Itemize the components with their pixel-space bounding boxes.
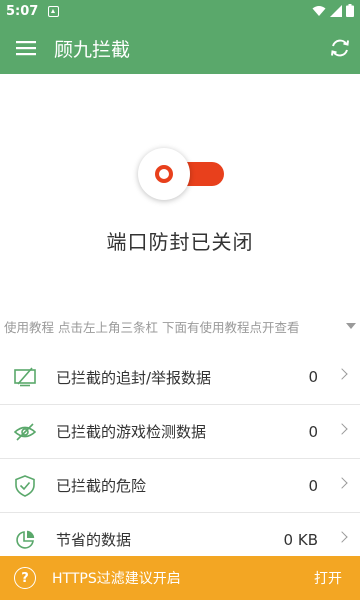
banner-text: HTTPS过滤建议开启 — [52, 571, 181, 587]
stat-label: 已拦截的游戏检测数据 — [56, 423, 207, 441]
refresh-icon[interactable] — [326, 34, 354, 62]
status-bar: 5:07 — [0, 0, 360, 22]
status-time: 5:07 — [6, 3, 39, 19]
https-filter-banner: ? HTTPS过滤建议开启 打开 — [0, 556, 360, 600]
stat-row-dangers[interactable]: 已拦截的危险 0 — [0, 458, 360, 512]
signal-icon — [330, 4, 342, 17]
chevron-right-icon — [336, 423, 348, 435]
stat-value: 0 KB — [283, 530, 318, 549]
notification-a-icon — [48, 5, 60, 17]
eye-off-icon — [14, 421, 36, 443]
stat-value: 0 — [308, 476, 318, 495]
status-icons — [312, 4, 354, 17]
stat-label: 已拦截的危险 — [56, 477, 147, 495]
question-icon: ? — [14, 567, 36, 589]
battery-icon — [346, 4, 354, 17]
stat-row-game-detection[interactable]: 已拦截的游戏检测数据 0 — [0, 404, 360, 458]
app-bar: 顾九拦截 — [0, 22, 360, 74]
stat-label: 节省的数据 — [56, 531, 132, 549]
chevron-right-icon — [336, 368, 348, 380]
chevron-right-icon — [336, 477, 348, 489]
shield-check-icon — [14, 474, 36, 497]
stat-value: 0 — [308, 368, 318, 386]
app-title: 顾九拦截 — [54, 38, 131, 61]
protection-toggle[interactable] — [138, 148, 228, 200]
power-ring-icon — [155, 165, 173, 183]
wifi-icon — [312, 5, 326, 16]
dropdown-arrow-icon[interactable] — [346, 323, 356, 329]
menu-icon[interactable] — [0, 22, 52, 74]
pie-chart-icon — [14, 529, 36, 551]
stat-value: 0 — [308, 422, 318, 441]
stat-label: 已拦截的追封/举报数据 — [56, 368, 212, 387]
tutorial-tip[interactable]: 使用教程 点击左上角三条杠 下面有使用教程点开查看 — [0, 316, 360, 336]
open-button[interactable]: 打开 — [314, 568, 342, 588]
protection-status-text: 端口防封已关闭 — [106, 230, 254, 254]
stat-row-reports[interactable]: 已拦截的追封/举报数据 0 — [0, 350, 360, 404]
chevron-right-icon — [336, 531, 348, 543]
toggle-knob — [138, 148, 190, 200]
stats-list: 已拦截的追封/举报数据 0 已拦截的游戏检测数据 0 已拦截的危险 0 节省的数… — [0, 350, 360, 566]
tutorial-tip-text: 使用教程 点击左上角三条杠 下面有使用教程点开查看 — [4, 319, 300, 335]
screen-blocked-icon — [14, 366, 36, 388]
